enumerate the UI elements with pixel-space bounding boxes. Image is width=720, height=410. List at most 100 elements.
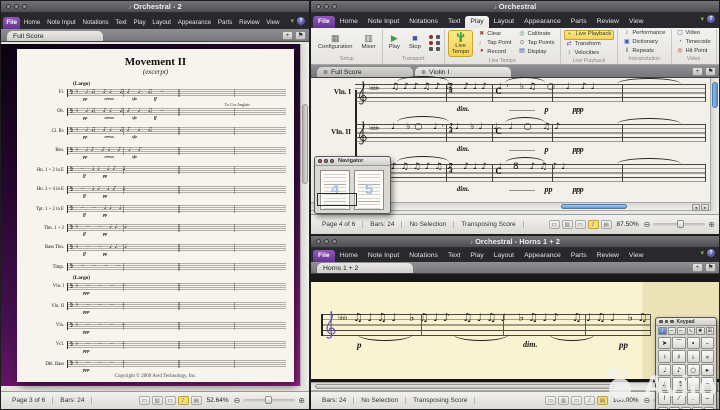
view-mode-icon[interactable]: ▥ [152,396,163,405]
ribbon-tab[interactable]: Notations [404,16,443,28]
ribbon-tab[interactable]: Note Input [363,16,404,28]
keypad-key[interactable]: – [701,337,714,349]
navigator-palette[interactable]: Navigator 4 5 [314,156,391,214]
staff-row[interactable]: Dbl. Bass §♭ − − − − ppp [25,359,286,370]
staff[interactable]: §♭ − − − − [67,302,286,310]
ribbon-tab[interactable]: Parts [215,17,236,29]
staff[interactable]: §♭ − − − − [67,341,286,349]
ribbon-tab[interactable]: Home [20,17,43,29]
keypad-key[interactable]: ○ [687,364,700,376]
staff[interactable]: §♭ − − − − [67,322,286,330]
navigator-view-rectangle[interactable] [317,193,357,206]
ribbon-tab[interactable]: Appearance [519,16,566,28]
staff-row[interactable]: Bsn. §♭ ♩♪ ♪♩ ♪ ♩ ♪ pp cresc. sfz [25,145,286,156]
keypad-key[interactable]: ⌢ [701,377,714,390]
tab-menu-button[interactable]: ⚑ [295,31,306,40]
ribbon-tab[interactable]: Review [592,250,624,262]
live-tempo-button[interactable]: Live Tempo [448,30,473,57]
staff-row[interactable]: Cl. B♭ §♭ ♩♫ ♪♩ ♫♪ ♩ ♫ pp cresc. sfz [25,126,286,137]
view-mode-icon[interactable]: ▤ [597,396,608,405]
keypad-layout-tab[interactable]: ⌐ [677,327,686,335]
title-bar[interactable]: ♪Orchestral - 2 [1,1,309,13]
keypad-key[interactable]: ⌣ [701,392,714,405]
hit-point-button[interactable]: ◎Hit Point [675,48,713,56]
keypad-title-bar[interactable]: Keypad [656,318,716,326]
staff-row[interactable]: Ob. §♭ ♩♫ ♪♩ ♫♪ ♩ ♫ − pp cresc. sfz ff T… [25,106,286,117]
record-button[interactable]: ●Record [476,48,513,56]
score-canvas[interactable]: Movement II (excerpt) (Largo) Fl. §♭ ♩♫ … [1,44,309,386]
ribbon-tab[interactable]: Note Input [44,17,79,29]
view-mode-icon[interactable]: ▤ [191,396,202,405]
keypad-layout-tab[interactable]: ∿ [687,327,696,335]
staff-row[interactable]: (Largo) Vln. I §♭ − − − − ppp [25,281,286,292]
staff-row[interactable]: Vln. II §♭ − − − − ppp [25,301,286,312]
keypad-layout-tab[interactable]: ✱ [696,327,705,335]
zoom-slider[interactable] [243,399,295,402]
new-tab-button[interactable]: + [692,67,703,76]
view-mode-icon[interactable]: ♪ [178,396,189,405]
keypad-palette[interactable]: Keypad ♪−⌐∿✱⊞ ➤⁀∙–♮♯♭«♩♪○▸♫♬♩.⌢!⁄.⌣ 1234… [655,317,717,410]
staff-row[interactable]: Vla. §♭ − − − − ppp [25,320,286,331]
staff-row[interactable]: Vln. II ♭♭♭♭ ♩ ♭○ ♩· ♩ ♭♩ ♩ ♩ ○ ♫♪ 24 [317,124,706,142]
configuration-button[interactable]: ▦ Configuration [315,33,355,51]
ribbon-tab[interactable]: Review [236,17,263,29]
ribbon-tab[interactable]: Parts [566,250,592,262]
close-icon[interactable] [659,320,663,324]
new-tab-button[interactable]: + [282,31,293,40]
view-mode-icon[interactable]: ♪ [584,396,595,405]
score-page[interactable]: Movement II (excerpt) (Largo) Fl. §♭ ♩♫ … [17,49,294,382]
staff[interactable]: § − − − − [67,263,286,271]
tap-points-button[interactable]: ⊙Tap Points [516,40,556,48]
ribbon-tab[interactable]: Text [443,16,465,28]
scrollbar-thumb[interactable] [315,384,615,389]
staff-row[interactable]: Bass Tbn. §♭ − − ♩♩ ♩ ff pp [25,242,286,253]
navigator-title-bar[interactable]: Navigator [315,157,390,166]
repeats-button[interactable]: ‖Repeats [621,48,667,56]
stop-button[interactable]: ■ Stop [406,33,424,51]
staff[interactable]: ♭♭♭ ♪♫♫♪♫♪ ♪♩♪ ♩ 8 ♪♫♪♩ 24 C dim. pp [355,164,706,182]
scrollbar-thumb[interactable] [712,82,718,108]
ribbon-tab[interactable]: Appearance [174,17,214,29]
view-mode-icon[interactable]: ▤ [601,220,612,229]
scrollbar-thumb[interactable] [302,104,308,184]
ribbon-tab[interactable]: File [313,250,335,262]
tab-menu-button[interactable]: ⚑ [705,263,716,272]
staff[interactable]: ♭♭♭♭ ♩ ♭○ ♩· ♩ ♭♩ ♩ ♩ ○ ♫♪ 24 C dim. [355,124,706,142]
keypad-key[interactable]: ♯ [672,350,685,362]
ribbon-tab[interactable]: View [263,17,283,29]
play-button[interactable]: ▶ Play [386,33,403,51]
keypad-layout-tab[interactable]: − [668,327,677,335]
vertical-scrollbar[interactable] [300,44,309,386]
title-bar[interactable]: ♪Orchestral [311,1,719,13]
calibrate-button[interactable]: ◎Calibrate [516,31,556,39]
view-mode-icon[interactable]: ♪ [588,220,599,229]
ribbon-tab[interactable]: Appearance [519,250,566,262]
zoom-in-icon[interactable]: ⊕ [708,220,715,229]
view-mode-icon[interactable]: ▭ [165,396,176,405]
help-icon[interactable]: ? [297,17,305,25]
ribbon-tab[interactable]: File [313,16,335,28]
zoom-out-icon[interactable]: ⊖ [234,396,241,405]
staff-row[interactable]: (Largo) Fl. §♭ ♩♫ ♪♩ ♫♪ ♩ ♫ − pp cresc. … [25,87,286,98]
view-mode-icon[interactable]: ▭ [545,396,556,405]
keypad-key[interactable]: . [687,392,700,405]
score-canvas[interactable]: ♭♭♭ ♫♩♫♩ ♭♫♩♪ ♫♩♫♩ ♭♫♩♪ ♫♩♫♩ ♭♫♩ ○· p di… [311,274,719,382]
staff[interactable]: ♭♭♭♭ ♫♪♪♫♪♫ ♪♩♪ ♩· ♭♫ ○ ♩ ♪♩ 24 C dim. [355,84,706,102]
ribbon-tab[interactable]: Review [592,16,624,28]
view-mode-icon[interactable]: ▭ [575,220,586,229]
ribbon-tab[interactable]: Home [335,16,363,28]
clear-button[interactable]: ✖Clear [476,31,513,39]
new-tab-button[interactable]: + [692,263,703,272]
staff-row[interactable]: Timp. § − − − − [25,262,286,273]
view-mode-icon[interactable]: ▥ [558,396,569,405]
ribbon-tab[interactable]: Play [465,16,488,28]
minimize-ribbon-icon[interactable]: ▾ [700,249,704,257]
video-button[interactable]: ▢Video [675,30,713,38]
staff-row[interactable]: Tbn. 1 + 2 §♭ − − ♩♩ ♩ ff pp [25,223,286,234]
keypad-key[interactable]: ▸ [701,364,714,376]
staff[interactable]: §♭ − − − − [67,360,286,368]
staff-row[interactable]: Hn. 1 + 2 in E § − ♩♩ ♩♪ ♩ ff pp [25,165,286,176]
close-tab-icon[interactable]: ⊗ [421,69,426,76]
staff-row[interactable]: Vln. I ♭♭♭♭ ♫♪♪♫♪♫ ♪♩♪ ♩· ♭♫ ○ ♩ ♪♩ 24 [317,84,706,102]
minimize-icon[interactable] [665,320,669,324]
